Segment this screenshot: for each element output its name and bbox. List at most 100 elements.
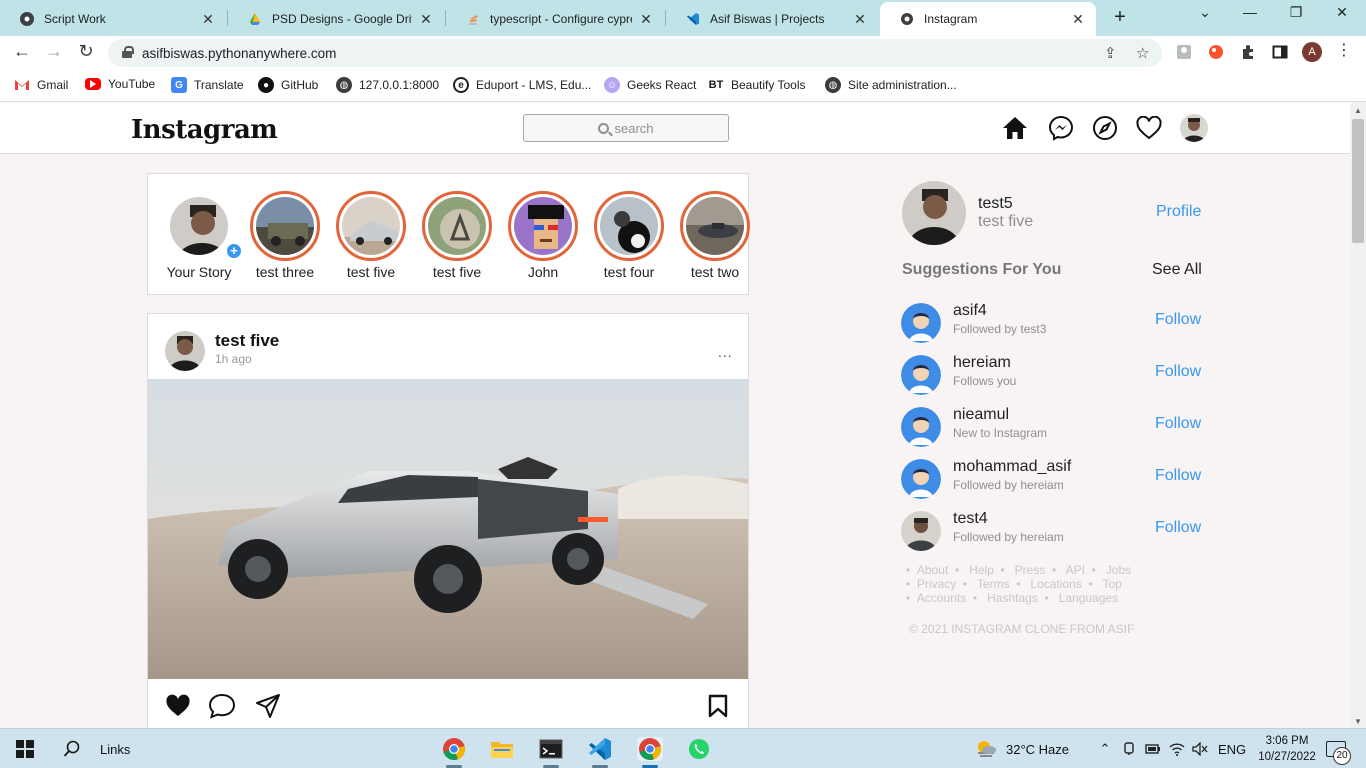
story-item[interactable]: test two — [672, 191, 758, 280]
suggestion-username[interactable]: test4 — [953, 510, 988, 528]
chrome-app-icon-active[interactable] — [637, 737, 663, 761]
side-panel-icon[interactable] — [1270, 42, 1290, 62]
tab-search-icon[interactable]: ⌄ — [1193, 4, 1217, 21]
whatsapp-icon[interactable] — [686, 737, 712, 761]
default-avatar-icon[interactable] — [901, 459, 941, 499]
scroll-up-icon[interactable]: ▲ — [1350, 106, 1366, 115]
close-tab-icon[interactable]: ✕ — [200, 11, 216, 28]
profile-avatar-icon[interactable] — [1179, 113, 1209, 143]
vscode-app-icon[interactable] — [587, 737, 613, 761]
profile-avatar[interactable]: A — [1302, 42, 1322, 62]
footer-link-top[interactable]: Top — [1102, 577, 1121, 591]
story-item[interactable]: test three — [242, 191, 328, 280]
default-avatar-icon[interactable] — [901, 407, 941, 447]
bookmark-github[interactable]: ● GitHub — [258, 77, 318, 93]
post-image[interactable] — [148, 379, 748, 679]
reload-icon[interactable]: ↻ — [74, 41, 98, 62]
footer-link-jobs[interactable]: Jobs — [1106, 563, 1131, 577]
current-username[interactable]: test5 — [978, 195, 1013, 213]
bookmark-localhost[interactable]: ◍ 127.0.0.1:8000 — [336, 77, 439, 93]
tab-script-work[interactable]: Script Work ✕ — [0, 2, 226, 36]
like-heart-icon[interactable] — [164, 692, 192, 720]
weather-text[interactable]: 32°C Haze — [1006, 737, 1069, 761]
follow-button[interactable]: Follow — [1155, 519, 1201, 537]
current-user-avatar[interactable] — [902, 181, 966, 245]
bookmark-eduport[interactable]: e Eduport - LMS, Edu... — [453, 77, 591, 93]
story-your-story[interactable]: + Your Story — [156, 191, 243, 280]
story-item[interactable]: test four — [586, 191, 672, 280]
kebab-menu-icon[interactable]: ⋮ — [1336, 40, 1352, 60]
footer-link-hashtags[interactable]: Hashtags — [987, 591, 1038, 605]
close-window-icon[interactable]: ✕ — [1330, 4, 1354, 21]
language-indicator[interactable]: ENG — [1218, 737, 1246, 761]
add-story-icon[interactable]: + — [225, 242, 243, 260]
minimize-icon[interactable]: — — [1238, 4, 1262, 20]
taskbar-clock[interactable]: 3:06 PM 10/27/2022 — [1252, 733, 1322, 765]
close-tab-icon[interactable]: ✕ — [418, 11, 434, 28]
follow-button[interactable]: Follow — [1155, 363, 1201, 381]
save-bookmark-icon[interactable] — [704, 692, 732, 720]
tab-asif-projects[interactable]: Asif Biswas | Projects ✕ — [666, 2, 878, 36]
share-icon[interactable]: ⇪ — [1104, 44, 1117, 62]
windows-start-icon[interactable] — [14, 737, 36, 761]
close-tab-icon[interactable]: ✕ — [852, 11, 868, 28]
show-hidden-icons-icon[interactable]: ⌃ — [1096, 737, 1114, 761]
close-tab-icon[interactable]: ✕ — [638, 11, 654, 28]
heart-icon[interactable] — [1134, 113, 1164, 143]
footer-link-languages[interactable]: Languages — [1059, 591, 1118, 605]
footer-link-terms[interactable]: Terms — [977, 577, 1010, 591]
puzzle-extensions-icon[interactable] — [1238, 42, 1258, 62]
back-arrow-icon[interactable]: ← — [10, 41, 34, 62]
footer-link-locations[interactable]: Locations — [1030, 577, 1081, 591]
app-logo[interactable]: Instagram — [131, 115, 278, 145]
follow-button[interactable]: Follow — [1155, 415, 1201, 433]
suggestion-username[interactable]: asif4 — [953, 302, 987, 320]
restore-icon[interactable]: ❐ — [1284, 4, 1308, 21]
chrome-app-icon[interactable] — [441, 737, 467, 761]
page-scrollbar[interactable]: ▲ ▼ — [1350, 103, 1366, 728]
profile-link[interactable]: Profile — [1156, 203, 1201, 221]
follow-button[interactable]: Follow — [1155, 311, 1201, 329]
suggestion-username[interactable]: hereiam — [953, 354, 1011, 372]
brave-extension-icon[interactable] — [1206, 42, 1226, 62]
comment-icon[interactable] — [208, 692, 236, 720]
share-send-icon[interactable] — [254, 692, 282, 720]
story-item[interactable]: test five — [328, 191, 414, 280]
story-item[interactable]: test five — [414, 191, 500, 280]
see-all-link[interactable]: See All — [1152, 261, 1202, 279]
messenger-icon[interactable] — [1046, 113, 1076, 143]
footer-link-api[interactable]: API — [1066, 563, 1085, 577]
terminal-icon[interactable] — [538, 737, 564, 761]
footer-link-help[interactable]: Help — [969, 563, 994, 577]
wifi-icon[interactable] — [1168, 737, 1186, 761]
story-item[interactable]: John — [500, 191, 586, 280]
footer-link-about[interactable]: About — [917, 563, 948, 577]
address-bar[interactable]: asifbiswas.pythonanywhere.com ⇪ ☆ — [108, 39, 1162, 67]
suggestion-avatar[interactable] — [901, 511, 941, 551]
bookmark-site-admin[interactable]: ◍ Site administration... — [825, 77, 957, 93]
tab-typescript[interactable]: typescript - Configure cypress ✕ — [446, 2, 664, 36]
default-avatar-icon[interactable] — [901, 303, 941, 343]
home-icon[interactable] — [1000, 113, 1030, 143]
bookmark-beautify-tools[interactable]: BT Beautify Tools — [708, 77, 806, 93]
bookmark-gmail[interactable]: Gmail — [14, 77, 68, 93]
meet-now-icon[interactable] — [1120, 737, 1138, 761]
weather-haze-icon[interactable] — [974, 737, 998, 761]
tab-instagram[interactable]: Instagram ✕ — [880, 2, 1096, 36]
taskbar-search-icon[interactable] — [60, 737, 84, 761]
explore-compass-icon[interactable] — [1090, 113, 1120, 143]
more-options-icon[interactable]: ... — [718, 344, 733, 360]
footer-link-press[interactable]: Press — [1015, 563, 1046, 577]
extension-icon[interactable] — [1174, 42, 1194, 62]
default-avatar-icon[interactable] — [901, 355, 941, 395]
suggestion-username[interactable]: nieamul — [953, 406, 1009, 424]
battery-icon[interactable] — [1144, 737, 1162, 761]
file-explorer-icon[interactable] — [489, 737, 515, 761]
post-author-avatar[interactable] — [165, 331, 205, 371]
footer-link-accounts[interactable]: Accounts — [917, 591, 966, 605]
bookmark-youtube[interactable]: YouTube — [85, 77, 155, 91]
tab-psd-designs[interactable]: PSD Designs - Google Drive ✕ — [228, 2, 444, 36]
forward-arrow-icon[interactable]: → — [42, 41, 66, 62]
scroll-down-icon[interactable]: ▼ — [1350, 717, 1366, 726]
new-tab-button[interactable]: + — [1110, 6, 1130, 29]
